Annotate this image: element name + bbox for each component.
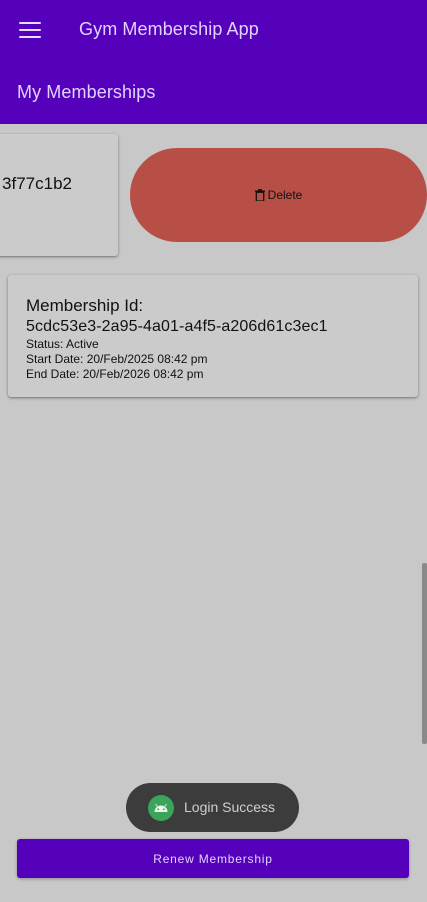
delete-button[interactable]: Delete	[130, 148, 427, 242]
membership-status: Status: Active	[26, 337, 99, 351]
app-bar: Gym Membership App My Memberships	[0, 0, 427, 124]
membership-id-value: 5cdc53e3-2a95-4a01-a4f5-a206d61c3ec1	[26, 318, 328, 335]
membership-card[interactable]: Membership Id: 5cdc53e3-2a95-4a01-a4f5-a…	[8, 275, 418, 397]
membership-start-date: Start Date: 20/Feb/2025 08:42 pm	[26, 352, 208, 366]
membership-id-fragment: 3f77c1b2	[2, 174, 72, 193]
android-icon	[148, 795, 174, 821]
membership-end-date: End Date: 20/Feb/2026 08:42 pm	[26, 367, 204, 381]
renew-membership-button[interactable]: Renew Membership	[17, 839, 409, 878]
toast: Login Success	[126, 783, 299, 832]
toast-message: Login Success	[184, 799, 276, 815]
page-title: My Memberships	[17, 82, 156, 102]
app-title: Gym Membership App	[79, 19, 259, 39]
membership-card-swiped[interactable]: 3f77c1b2	[0, 134, 118, 256]
membership-id-heading: Membership Id:	[26, 296, 144, 315]
trash-icon	[254, 189, 265, 201]
scrollbar-thumb[interactable]	[422, 563, 427, 744]
hamburger-menu-icon[interactable]	[19, 22, 41, 38]
renew-membership-label: Renew Membership	[153, 851, 273, 866]
delete-label: Delete	[267, 188, 303, 202]
